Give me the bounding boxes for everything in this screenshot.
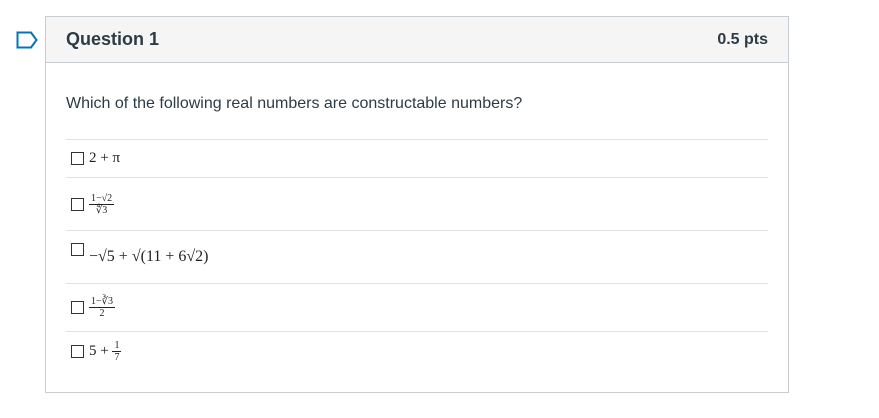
answer-math: 2 + π [89, 150, 121, 166]
question-header: Question 1 0.5 pts [46, 17, 788, 63]
answer-math: 1−∛3 2 [89, 296, 116, 319]
answer-math: 5 + 1 7 [89, 340, 122, 363]
answer-option-1[interactable]: 2 + π [66, 139, 768, 177]
fraction-numerator: 1−√2 [89, 192, 115, 205]
question-title: Question 1 [66, 29, 160, 49]
question-card: Question 1 0.5 pts Which of the followin… [45, 16, 789, 393]
answer-math: −√5 + √(11 + 6√2) [89, 248, 209, 265]
fraction-numerator: 1 [112, 340, 122, 352]
question-body: Which of the following real numbers are … [46, 95, 788, 371]
question-points: 0.5 pts [717, 30, 768, 48]
answer-option-4[interactable]: 1−∛3 2 [66, 283, 768, 331]
answer-math: 1−√2 ∜3 [89, 192, 115, 216]
fraction-denominator: ∜3 [95, 204, 108, 216]
answer-option-3[interactable]: −√5 + √(11 + 6√2) [66, 230, 768, 283]
answer-checkbox[interactable] [71, 152, 84, 165]
answer-option-2[interactable]: 1−√2 ∜3 [66, 177, 768, 230]
answer-checkbox[interactable] [71, 243, 84, 256]
answer-checkbox[interactable] [71, 301, 84, 314]
answer-option-5[interactable]: 5 + 1 7 [66, 331, 768, 371]
bookmark-flag-icon[interactable] [16, 31, 38, 49]
fraction-denominator: 7 [114, 352, 120, 363]
answer-checkbox[interactable] [71, 345, 84, 358]
answer-checkbox[interactable] [71, 197, 84, 211]
fraction-denominator: 2 [99, 308, 105, 319]
fraction-numerator: 1−∛3 [89, 296, 116, 308]
math-prefix: 5 + [89, 342, 113, 359]
question-prompt: Which of the following real numbers are … [66, 95, 523, 112]
